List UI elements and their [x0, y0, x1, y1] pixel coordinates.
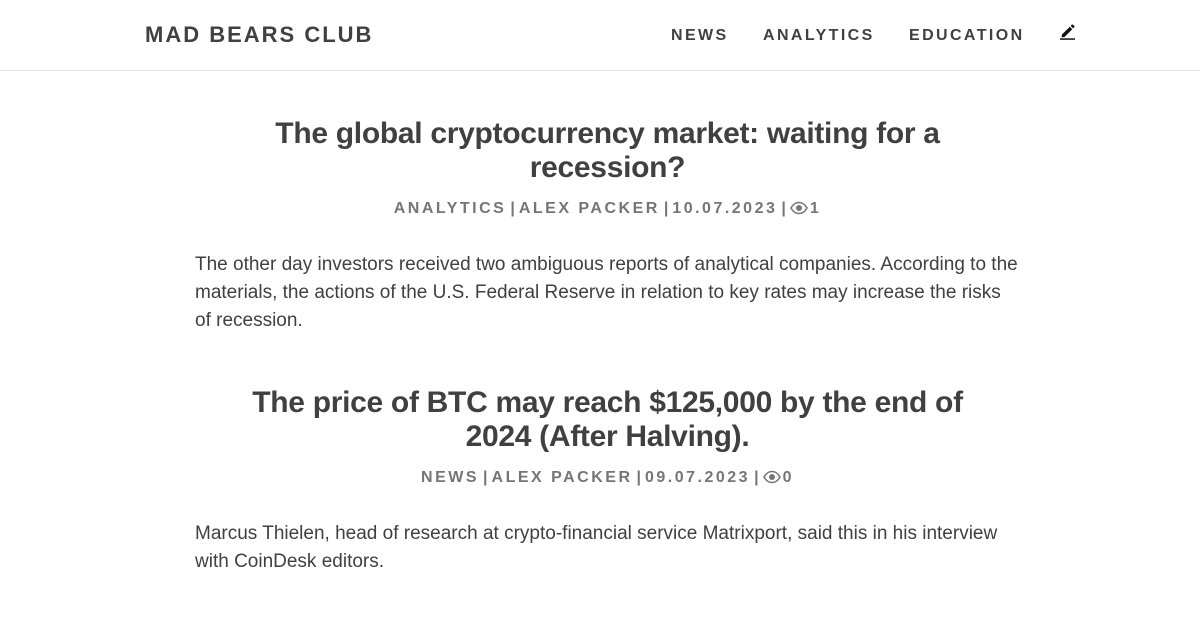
post-category[interactable]: NEWS	[421, 469, 479, 486]
post-preview: The price of BTC may reach $125,000 by t…	[195, 386, 1020, 595]
nav-item-analytics[interactable]: ANALYTICS	[763, 26, 875, 46]
eye-icon	[762, 470, 781, 484]
eye-icon	[789, 201, 808, 215]
meta-separator: |	[754, 469, 759, 486]
post-excerpt[interactable]: The other day investors received two amb…	[195, 251, 1020, 335]
meta-separator: |	[636, 469, 641, 486]
post-category[interactable]: ANALYTICS	[394, 200, 507, 217]
meta-separator: |	[663, 200, 669, 217]
top-navbar: MAD BEARS CLUB NEWS ANALYTICS EDUCATION	[0, 0, 1200, 71]
post-date: 09.07.2023	[645, 469, 751, 486]
nav-item-education[interactable]: EDUCATION	[909, 26, 1025, 46]
post-author[interactable]: ALEX PACKER	[519, 200, 660, 217]
pencil-icon[interactable]	[1059, 23, 1076, 40]
post-date: 10.07.2023	[672, 200, 778, 217]
post-meta: NEWS | ALEX PACKER | 09.07.2023 | 0	[195, 468, 1020, 488]
post-views-count: 1	[809, 200, 822, 217]
post-title[interactable]: The global cryptocurrency market: waitin…	[195, 117, 1020, 185]
post-meta: ANALYTICS | ALEX PACKER | 10.07.2023 | 1	[195, 199, 1020, 219]
meta-separator: |	[483, 469, 488, 486]
post-views-count: 0	[782, 469, 794, 486]
post-title[interactable]: The price of BTC may reach $125,000 by t…	[195, 386, 1020, 454]
meta-separator: |	[510, 200, 515, 217]
post-preview: The global cryptocurrency market: waitin…	[195, 117, 1020, 354]
post-author[interactable]: ALEX PACKER	[492, 469, 633, 486]
nav-item-news[interactable]: NEWS	[671, 26, 729, 46]
brand-logo-link[interactable]: MAD BEARS CLUB	[145, 22, 373, 48]
meta-separator: |	[781, 200, 786, 217]
post-excerpt[interactable]: Marcus Thielen, head of research at cryp…	[195, 520, 1020, 576]
